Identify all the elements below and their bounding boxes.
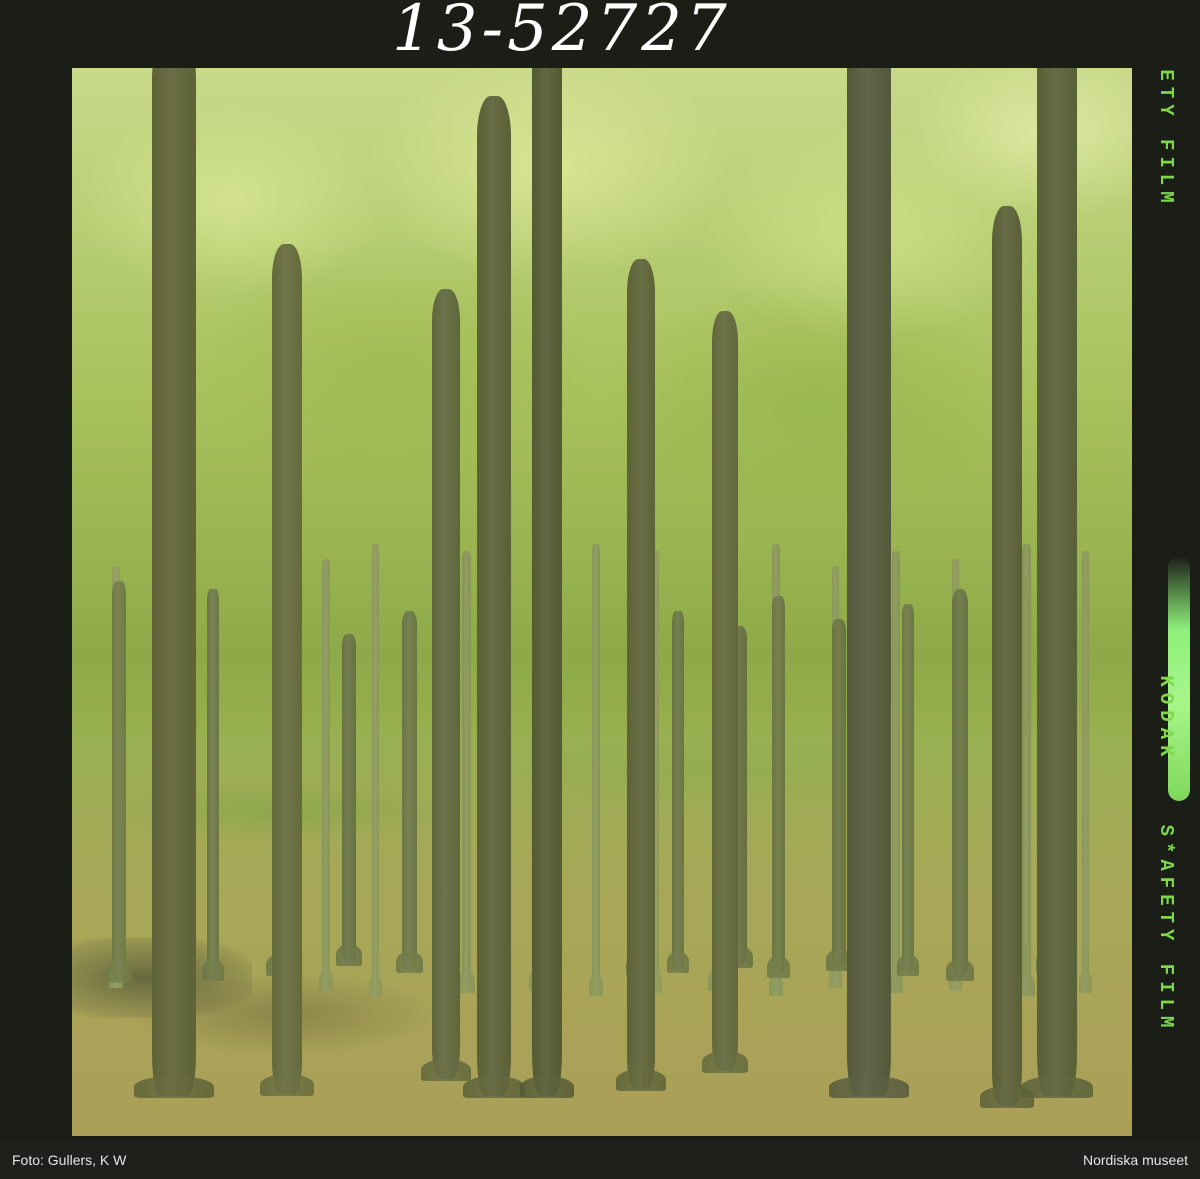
tree-trunk [667, 611, 689, 973]
forest-photo [72, 68, 1132, 1136]
film-right-edge: ETY FILM KODAK S*AFETY FILM [1138, 68, 1194, 1136]
footer-bar: Foto: Gullers, K W Nordiska museet [0, 1140, 1200, 1179]
tree-trunk [369, 543, 382, 996]
tree-trunk [1079, 551, 1092, 993]
forest-floor [72, 730, 1132, 1136]
tree-trunk [134, 68, 214, 1098]
film-left-edge [0, 68, 72, 1136]
tree-trunk [1021, 68, 1093, 1098]
tree-trunk [829, 68, 909, 1098]
edge-label-safety-film-bottom: S*AFETY FILM [1155, 824, 1177, 1034]
museum-name: Nordiska museet [1082, 1152, 1188, 1168]
edge-label-kodak: KODAK [1155, 675, 1177, 763]
tree-trunk [897, 603, 919, 976]
tree-trunk [318, 558, 334, 991]
tree-trunk [1018, 543, 1035, 996]
film-negative: 13-52727 ETY FILM KODAK S*AFETY FILM [0, 0, 1200, 1140]
tree-trunk [520, 68, 574, 1098]
tree-trunk [701, 311, 749, 1073]
tree-trunk [945, 588, 975, 981]
tree-canopy [72, 68, 1132, 731]
tree-trunk [202, 588, 224, 981]
tree-trunk [336, 633, 362, 966]
tree-trunk [766, 596, 791, 978]
edge-label-safety-film-top: ETY FILM [1155, 69, 1177, 209]
tree-trunk [615, 258, 667, 1091]
tree-trunk [980, 206, 1034, 1108]
tree-trunk [463, 96, 525, 1098]
tree-trunk [458, 551, 475, 993]
tree-trunk [260, 243, 314, 1096]
tree-trunk [826, 618, 852, 971]
tree-trunk [106, 581, 132, 983]
tree-trunk [888, 551, 904, 993]
tree-trunk [420, 288, 472, 1081]
tree-trunk [588, 543, 604, 996]
tree-trunk [396, 611, 423, 973]
negative-number: 13-52727 [392, 0, 731, 66]
photo-credit: Foto: Gullers, K W [12, 1152, 127, 1168]
